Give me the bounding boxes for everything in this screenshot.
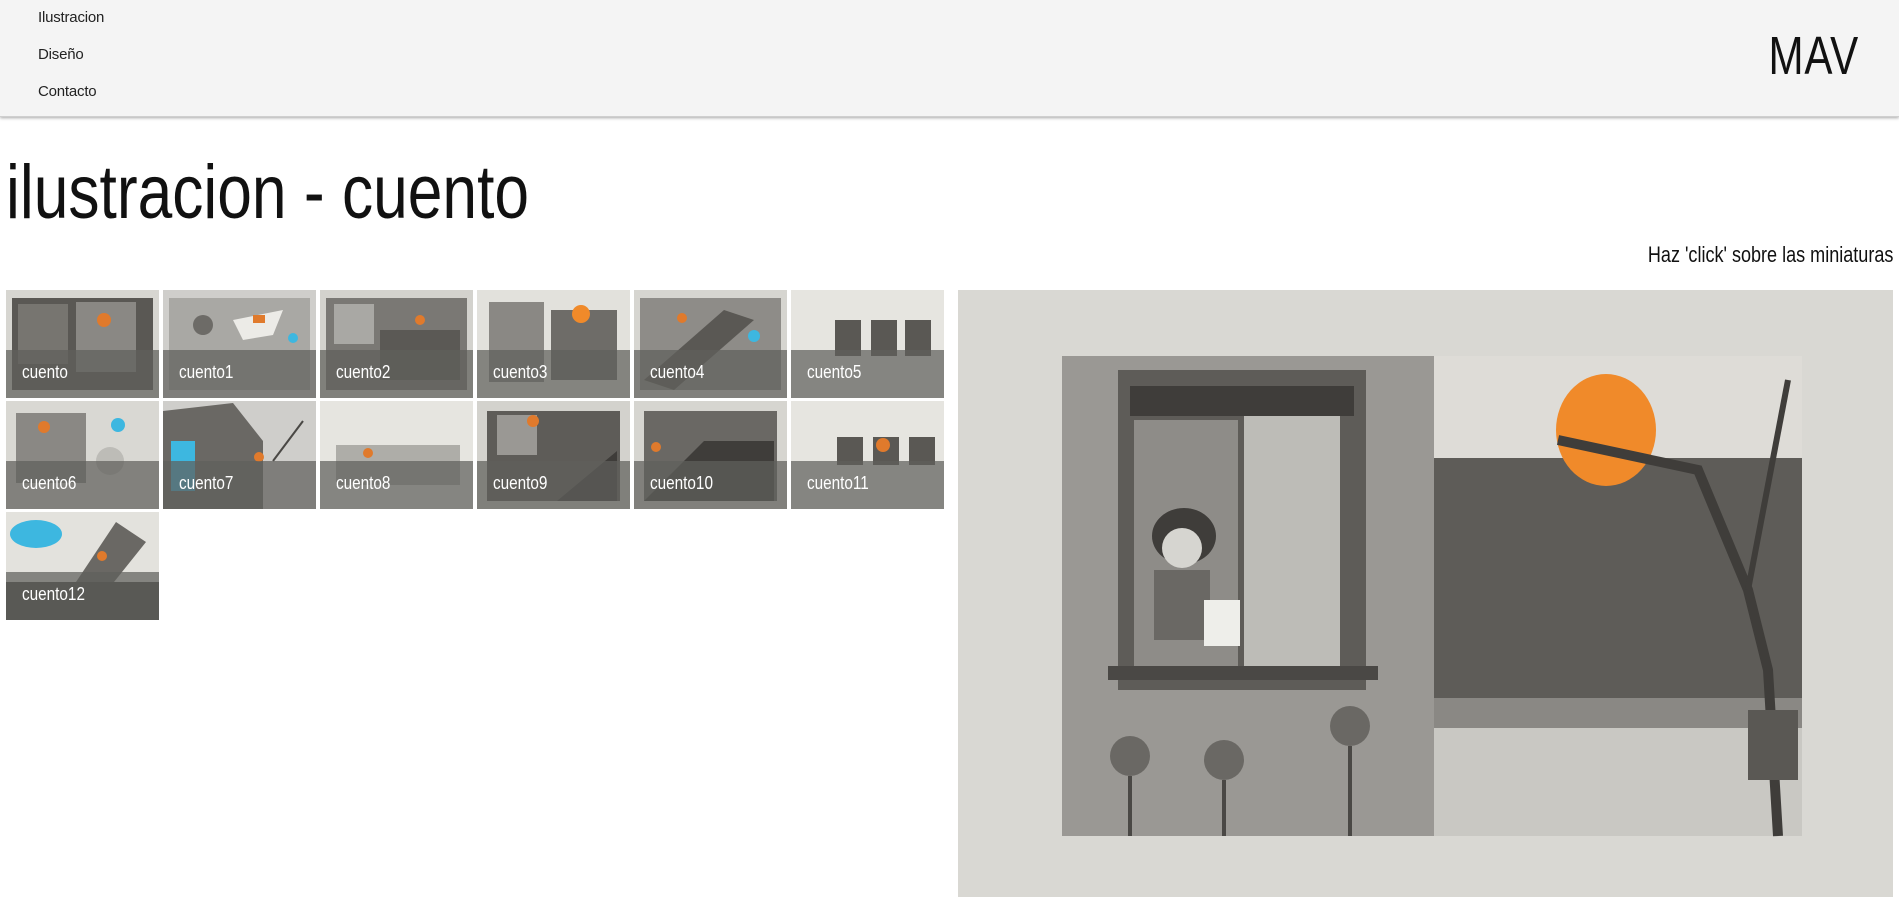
thumbnail-caption: cuento: [6, 350, 159, 398]
thumbnail-label: cuento11: [807, 473, 869, 493]
thumbnail-cuento1[interactable]: cuento1: [163, 290, 316, 398]
thumbnail-cuento11[interactable]: cuento11: [791, 401, 944, 509]
thumbnail-label: cuento4: [650, 362, 705, 382]
thumbnail-label: cuento6: [22, 473, 77, 493]
thumbnail-label: cuento1: [179, 362, 234, 382]
thumbnail-cuento5[interactable]: cuento5: [791, 290, 944, 398]
thumbnail-cuento12[interactable]: cuento12: [6, 512, 159, 620]
thumbnail-caption: cuento6: [6, 461, 159, 509]
thumbnail-cuento7[interactable]: cuento7: [163, 401, 316, 509]
thumbnail-caption: cuento3: [477, 350, 630, 398]
thumbnail-caption: cuento1: [163, 350, 316, 398]
thumbnail-cuento6[interactable]: cuento6: [6, 401, 159, 509]
instruction-text: Haz 'click' sobre las miniaturas: [1647, 242, 1893, 267]
thumbnail-cuento4[interactable]: cuento4: [634, 290, 787, 398]
thumbnail-caption: cuento7: [163, 461, 316, 509]
main-artwork-image: [958, 290, 1893, 897]
thumbnail-cuento9[interactable]: cuento9: [477, 401, 630, 509]
thumbnail-caption: cuento2: [320, 350, 473, 398]
thumbnail-cuento2[interactable]: cuento2: [320, 290, 473, 398]
main-nav: Ilustracion Diseño Contacto: [38, 6, 104, 117]
thumbnail-caption: cuento8: [320, 461, 473, 509]
thumbnail-caption: cuento12: [6, 572, 159, 620]
thumbnail-caption: cuento4: [634, 350, 787, 398]
thumbnail-cuento[interactable]: cuento: [6, 290, 159, 398]
thumbnail-label: cuento10: [650, 473, 713, 493]
page-title: ilustracion - cuento: [6, 150, 530, 235]
thumbnail-caption: cuento5: [791, 350, 944, 398]
thumbnail-caption: cuento9: [477, 461, 630, 509]
main-artwork-viewer: [958, 290, 1893, 897]
thumbnail-label: cuento3: [493, 362, 548, 382]
thumbnail-cuento3[interactable]: cuento3: [477, 290, 630, 398]
thumbnail-label: cuento7: [179, 473, 234, 493]
top-navigation-bar: Ilustracion Diseño Contacto MAV: [0, 0, 1899, 117]
thumbnail-label: cuento8: [336, 473, 391, 493]
nav-item-ilustracion[interactable]: Ilustracion: [38, 6, 104, 43]
thumbnail-label: cuento9: [493, 473, 548, 493]
thumbnail-label: cuento5: [807, 362, 862, 382]
thumbnail-cuento8[interactable]: cuento8: [320, 401, 473, 509]
thumbnail-label: cuento12: [22, 584, 85, 604]
nav-item-diseno[interactable]: Diseño: [38, 43, 104, 80]
nav-item-contacto[interactable]: Contacto: [38, 80, 104, 117]
thumbnail-label: cuento: [22, 362, 68, 382]
thumbnail-caption: cuento10: [634, 461, 787, 509]
thumbnail-caption: cuento11: [791, 461, 944, 509]
site-logo[interactable]: MAV: [1769, 24, 1859, 88]
thumbnail-label: cuento2: [336, 362, 391, 382]
thumbnail-cuento10[interactable]: cuento10: [634, 401, 787, 509]
